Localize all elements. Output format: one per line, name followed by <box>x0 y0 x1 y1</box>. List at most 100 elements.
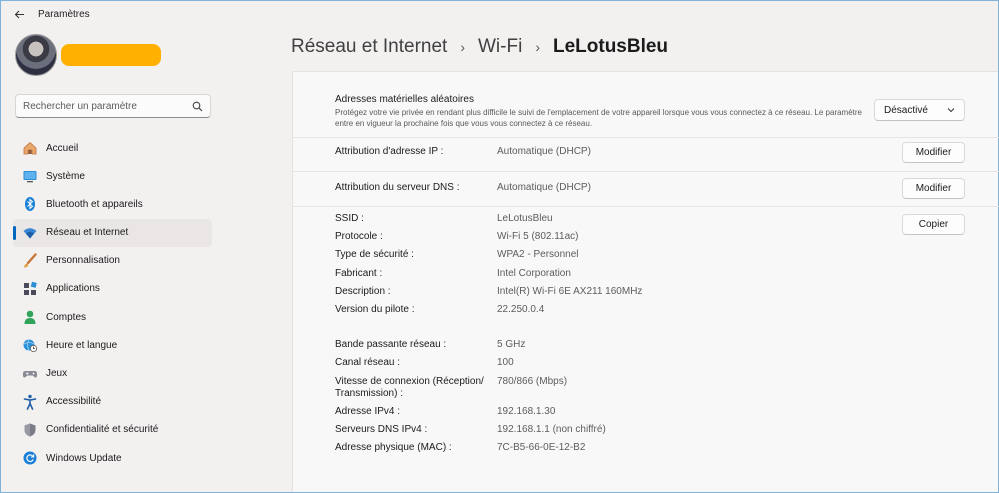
property-key: Adresse IPv4 : <box>335 405 401 417</box>
sidebar-item-label: Applications <box>46 283 100 295</box>
sidebar-nav: Accueil Système Bluetooth et appareils R… <box>13 134 212 472</box>
property-value: 22.250.0.4 <box>497 303 545 315</box>
modify-ip-button[interactable]: Modifier <box>902 142 965 163</box>
search-box[interactable] <box>15 94 211 118</box>
wifi-icon <box>21 224 38 241</box>
gamepad-icon <box>21 365 38 382</box>
sidebar-item-personnalisation[interactable]: Personnalisation <box>13 247 212 275</box>
search-input[interactable] <box>23 100 183 112</box>
brush-icon <box>21 252 38 269</box>
sidebar-item-label: Réseau et Internet <box>46 227 129 239</box>
sidebar-item-label: Heure et langue <box>46 339 118 351</box>
sidebar-item-label: Comptes <box>46 311 87 323</box>
property-row: Description : Intel(R) Wi-Fi 6E AX211 160… <box>335 286 895 304</box>
property-key: Protocole : <box>335 231 383 243</box>
property-key: Fabricant : <box>335 267 383 279</box>
sidebar-item-accessibilite[interactable]: Accessibilité <box>13 388 212 416</box>
property-value: 100 <box>497 357 514 369</box>
update-icon <box>21 450 38 467</box>
ip-assignment-value: Automatique (DHCP) <box>497 146 591 157</box>
divider <box>293 171 999 172</box>
property-row: Type de sécurité : WPA2 - Personnel <box>335 249 895 267</box>
sidebar-item-windows-update[interactable]: Windows Update <box>13 444 212 472</box>
redacted-username <box>61 44 161 66</box>
sidebar-item-reseau[interactable]: Réseau et Internet <box>13 218 212 247</box>
ip-assignment-label: Attribution d'adresse IP : <box>335 146 444 157</box>
network-properties-panel: Adresses matérielles aléatoires Protégez… <box>292 71 999 492</box>
property-key: Adresse physique (MAC) : <box>335 441 452 453</box>
property-row: Adresse IPv4 : 192.168.1.30 <box>335 406 895 424</box>
property-key: Type de sécurité : <box>335 249 414 261</box>
property-value: 5 GHz <box>497 339 526 351</box>
property-row: Fabricant : Intel Corporation <box>335 268 895 286</box>
property-value: 192.168.1.1 (non chiffré) <box>497 423 606 435</box>
sidebar-item-label: Confidentialité et sécurité <box>46 424 159 436</box>
property-row: Vitesse de connexion (Réception/ Transmi… <box>335 376 895 406</box>
random-mac-title: Adresses matérielles aléatoires <box>335 94 474 105</box>
apps-icon <box>21 280 38 297</box>
copy-button[interactable]: Copier <box>902 214 965 235</box>
sidebar-item-label: Bluetooth et appareils <box>46 198 143 210</box>
property-key: Description : <box>335 285 391 297</box>
dns-assignment-value: Automatique (DHCP) <box>497 182 591 193</box>
sidebar-item-accueil[interactable]: Accueil <box>13 134 212 162</box>
account-icon <box>21 309 38 326</box>
globe-clock-icon <box>21 337 38 354</box>
title-bar: Paramètres <box>1 1 998 27</box>
accessibility-icon <box>21 393 38 410</box>
property-key: Bande passante réseau : <box>335 339 447 351</box>
property-row: Canal réseau : 100 <box>335 357 895 375</box>
user-profile[interactable] <box>15 34 161 76</box>
chevron-down-icon <box>947 108 955 113</box>
breadcrumb: Réseau et Internet › Wi-Fi › LeLotusBleu <box>291 36 668 58</box>
system-icon <box>21 168 38 185</box>
divider <box>293 137 999 138</box>
breadcrumb-reseau[interactable]: Réseau et Internet <box>291 36 447 58</box>
sidebar-item-label: Système <box>46 170 85 182</box>
sidebar-item-jeux[interactable]: Jeux <box>13 360 212 388</box>
sidebar-item-heure-langue[interactable]: Heure et langue <box>13 331 212 359</box>
app-title: Paramètres <box>38 8 90 20</box>
property-key: Serveurs DNS IPv4 : <box>335 423 428 435</box>
divider <box>293 206 999 207</box>
search-icon[interactable] <box>192 101 203 112</box>
random-mac-value: Désactivé <box>884 104 928 116</box>
sidebar-item-label: Accueil <box>46 142 79 154</box>
property-value: 780/866 (Mbps) <box>497 375 568 387</box>
home-icon <box>21 140 38 157</box>
random-mac-setting: Adresses matérielles aléatoires Protégez… <box>335 94 865 129</box>
property-row: Version du pilote : 22.250.0.4 <box>335 304 895 322</box>
breadcrumb-wifi[interactable]: Wi-Fi <box>478 36 522 58</box>
property-value: Intel Corporation <box>497 267 571 279</box>
property-key: Vitesse de connexion (Réception/ Transmi… <box>335 375 484 399</box>
avatar[interactable] <box>15 34 57 76</box>
property-key: Canal réseau : <box>335 357 401 369</box>
properties-list: SSID : LeLotusBleu Protocole : Wi-Fi 5 (80… <box>335 213 895 460</box>
sidebar-item-comptes[interactable]: Comptes <box>13 303 212 331</box>
property-key: SSID : <box>335 213 364 224</box>
property-key: Version du pilote : <box>335 303 415 315</box>
random-mac-dropdown[interactable]: Désactivé <box>874 99 965 121</box>
dns-assignment-label: Attribution du serveur DNS : <box>335 182 460 193</box>
sidebar-item-bluetooth[interactable]: Bluetooth et appareils <box>13 190 212 218</box>
property-value: 192.168.1.30 <box>497 405 556 417</box>
sidebar-item-applications[interactable]: Applications <box>13 275 212 303</box>
modify-dns-button[interactable]: Modifier <box>902 178 965 199</box>
property-value: 7C-B5-66-0E-12-B2 <box>497 441 586 453</box>
property-value: Intel(R) Wi-Fi 6E AX211 160MHz <box>497 285 643 297</box>
property-row: Adresse physique (MAC) : 7C-B5-66-0E-12-B… <box>335 442 895 460</box>
property-value: LeLotusBleu <box>497 213 553 224</box>
sidebar-item-label: Windows Update <box>46 452 122 464</box>
shield-icon <box>21 421 38 438</box>
random-mac-description: Protégez votre vie privée en rendant plu… <box>335 108 863 128</box>
sidebar-item-confidentialite[interactable]: Confidentialité et sécurité <box>13 416 212 444</box>
property-row: Protocole : Wi-Fi 5 (802.11ac) <box>335 231 895 249</box>
sidebar-item-label: Accessibilité <box>46 396 102 408</box>
sidebar-item-systeme[interactable]: Système <box>13 162 212 190</box>
sidebar-item-label: Personnalisation <box>46 255 120 267</box>
page-title: LeLotusBleu <box>552 36 669 57</box>
property-row: SSID : LeLotusBleu <box>335 213 895 231</box>
back-button[interactable] <box>6 2 32 26</box>
property-value: WPA2 - Personnel <box>497 249 579 261</box>
back-arrow-icon <box>14 10 24 18</box>
